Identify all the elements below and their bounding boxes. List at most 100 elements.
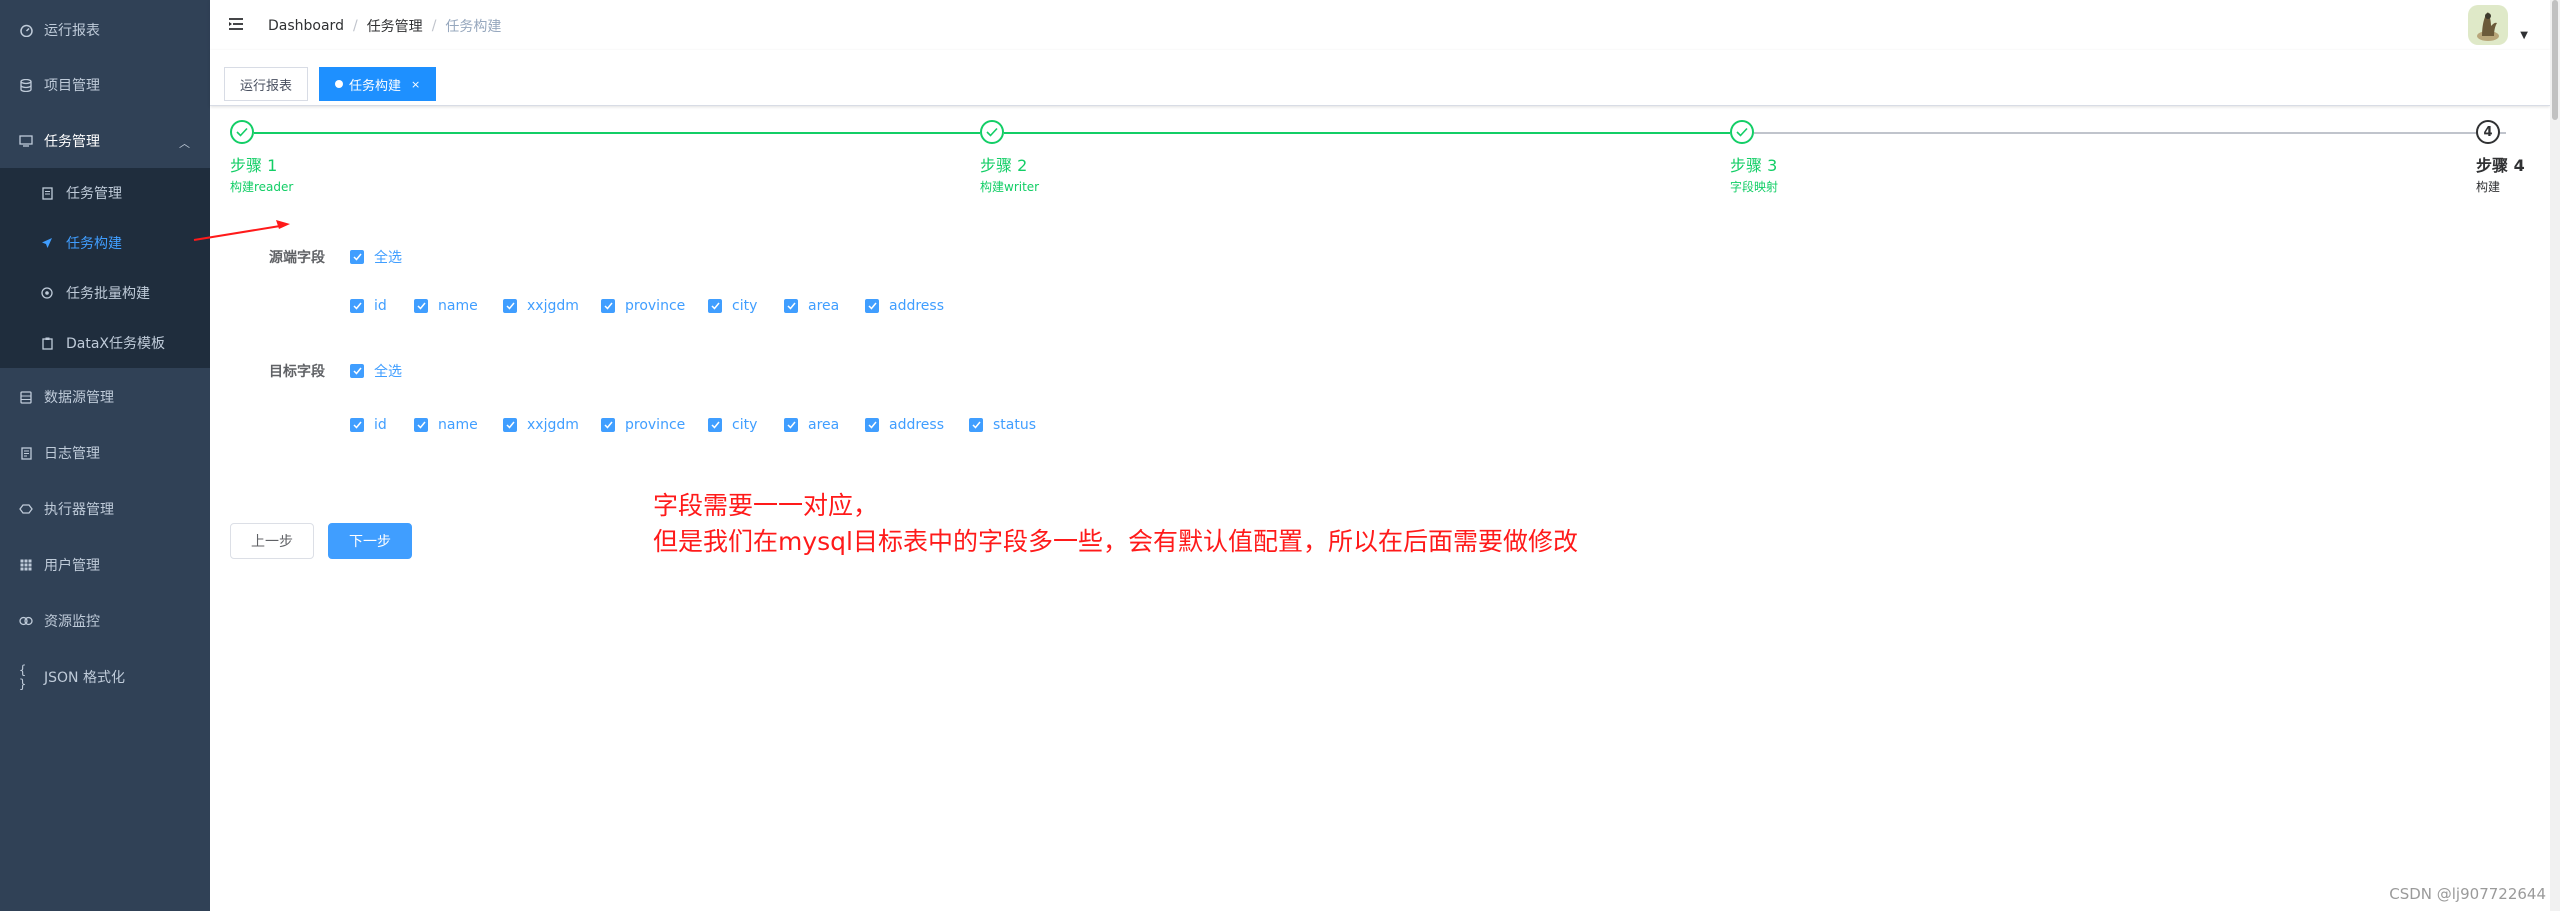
sidebar-item-label: 用户管理 — [44, 558, 100, 574]
avatar[interactable] — [2468, 5, 2509, 45]
sidebar-item-projects[interactable]: 项目管理 — [0, 57, 210, 113]
target-field-checkbox[interactable]: id — [350, 417, 387, 433]
checkbox-checked-icon — [708, 418, 722, 432]
database-icon — [19, 78, 33, 92]
source-field-checkbox[interactable]: name — [414, 298, 478, 314]
target-select-all-checkbox[interactable]: 全选 — [350, 361, 402, 381]
step-description: 字段映射 — [1730, 180, 1779, 194]
checkbox-checked-icon — [601, 299, 615, 313]
checkbox-label: 全选 — [374, 364, 402, 380]
step-description: 构建 — [2476, 180, 2501, 194]
sidebar-item-json-format[interactable]: { } JSON 格式化 — [0, 649, 210, 705]
tag-dashboard[interactable]: 运行报表 — [224, 67, 309, 101]
source-field-checkbox[interactable]: area — [784, 298, 839, 314]
watermark: CSDN @lj907722644 — [2389, 885, 2546, 903]
checkbox-checked-icon — [969, 418, 983, 432]
target-fields-label: 目标字段 — [269, 364, 325, 380]
checkbox-label: area — [808, 417, 840, 433]
submenu-item-label: 任务管理 — [66, 186, 122, 202]
sidebar-item-users[interactable]: 用户管理 — [0, 537, 210, 593]
sidebar-item-label: 项目管理 — [44, 78, 100, 94]
source-field-checkbox[interactable]: xxjgdm — [503, 298, 579, 314]
hamburger-icon[interactable] — [227, 15, 247, 35]
check-icon — [230, 120, 254, 144]
sidebar-item-label: JSON 格式化 — [44, 670, 125, 686]
sidebar-item-dashboard[interactable]: 运行报表 — [0, 2, 210, 58]
user-grid-icon — [19, 558, 33, 572]
target-field-checkbox[interactable]: address — [865, 417, 944, 433]
tag-label: 任务构建 — [349, 78, 402, 94]
source-field-checkbox[interactable]: province — [601, 298, 685, 314]
target-field-checkbox[interactable]: status — [969, 417, 1036, 433]
checkbox-label: xxjgdm — [527, 298, 579, 314]
task-doc-icon — [40, 186, 54, 200]
target-field-checkbox[interactable]: name — [414, 417, 478, 433]
source-field-checkbox[interactable]: address — [865, 298, 944, 314]
submenu-item-task-management[interactable]: 任务管理 — [0, 168, 210, 218]
checkbox-checked-icon — [865, 418, 879, 432]
annotation-arrow-icon — [190, 216, 300, 250]
caret-down-icon: ▼ — [2520, 30, 2528, 41]
submenu-item-datax-template[interactable]: DataX任务模板 — [0, 318, 210, 368]
sidebar-item-resource-monitor[interactable]: 资源监控 — [0, 593, 210, 649]
log-icon — [19, 446, 33, 460]
checkbox-checked-icon — [503, 418, 517, 432]
vertical-scrollbar[interactable] — [2550, 0, 2560, 911]
breadcrumb-item-current: 任务构建 — [445, 19, 502, 35]
sidebar-item-datasource[interactable]: 数据源管理 — [0, 369, 210, 425]
checkbox-label: name — [438, 298, 478, 314]
step-title: 步骤 3 — [1730, 156, 1778, 175]
datasource-icon — [19, 390, 33, 404]
checkbox-label: address — [889, 417, 945, 433]
check-icon — [1730, 120, 1754, 144]
tags-view: 运行报表 任务构建 × — [210, 50, 2550, 106]
sidebar-item-task-management[interactable]: 任务管理 ︿ — [0, 113, 210, 169]
step-connector — [1004, 132, 1730, 134]
breadcrumb-item-task-management[interactable]: 任务管理 — [367, 16, 423, 36]
submenu-item-label: 任务批量构建 — [66, 286, 150, 302]
prev-step-button[interactable]: 上一步 — [230, 523, 314, 559]
json-braces-icon: { } — [19, 663, 27, 691]
source-select-all-checkbox[interactable]: 全选 — [350, 247, 402, 267]
breadcrumb-item-dashboard[interactable]: Dashboard — [268, 18, 344, 34]
source-field-checkbox[interactable]: id — [350, 298, 387, 314]
submenu-item-task-build[interactable]: 任务构建 — [0, 218, 210, 268]
step-number: 4 — [2476, 120, 2500, 144]
checkbox-label: id — [374, 417, 387, 433]
step-connector — [1754, 132, 2506, 134]
scrollbar-thumb[interactable] — [2552, 0, 2558, 120]
user-menu[interactable]: ▼ — [2468, 5, 2528, 45]
checkbox-label: city — [732, 417, 758, 433]
checkbox-checked-icon — [350, 418, 364, 432]
submenu-item-label: DataX任务模板 — [66, 336, 166, 352]
checkbox-label: area — [808, 298, 840, 314]
submenu-item-batch-build[interactable]: 任务批量构建 — [0, 268, 210, 318]
annotation-line: 字段需要一一对应， — [653, 491, 879, 520]
checkbox-checked-icon — [865, 299, 879, 313]
checkbox-checked-icon — [784, 418, 798, 432]
checkbox-checked-icon — [350, 250, 364, 264]
submenu-item-label: 任务构建 — [66, 236, 122, 252]
dashboard-icon — [19, 23, 33, 37]
checkbox-checked-icon — [784, 299, 798, 313]
active-dot-icon — [335, 80, 343, 88]
step-title: 步骤 4 — [2476, 156, 2525, 175]
close-icon[interactable]: × — [411, 78, 420, 91]
sidebar-item-logs[interactable]: 日志管理 — [0, 425, 210, 481]
tag-task-build[interactable]: 任务构建 × — [319, 67, 437, 101]
sidebar-item-label: 运行报表 — [44, 23, 100, 39]
target-field-checkbox[interactable]: xxjgdm — [503, 417, 579, 433]
target-field-checkbox[interactable]: province — [601, 417, 685, 433]
sidebar-item-label: 任务管理 — [44, 134, 100, 150]
checkbox-checked-icon — [503, 299, 517, 313]
checkbox-checked-icon — [601, 418, 615, 432]
chevron-up-icon: ︿ — [179, 137, 190, 150]
source-field-checkbox[interactable]: city — [708, 298, 757, 314]
next-step-button[interactable]: 下一步 — [328, 523, 412, 559]
sidebar-item-label: 执行器管理 — [44, 502, 114, 518]
annotation-text: 字段需要一一对应， 但是我们在mysql目标表中的字段多一些，会有默认值配置，所… — [653, 488, 1578, 560]
target-field-checkbox[interactable]: area — [784, 417, 839, 433]
step-description: 构建reader — [230, 180, 294, 194]
target-field-checkbox[interactable]: city — [708, 417, 757, 433]
sidebar-item-executors[interactable]: 执行器管理 — [0, 481, 210, 537]
